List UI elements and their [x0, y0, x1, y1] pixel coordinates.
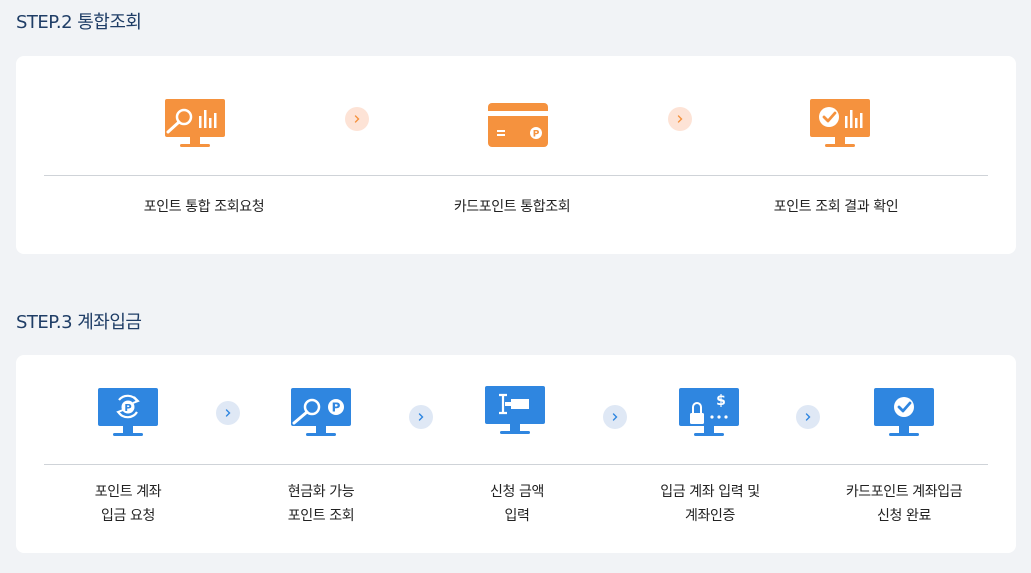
step3-label-1-line2: 입금 요청	[101, 508, 155, 524]
step3-label-5-line1: 카드포인트 계좌입금	[845, 484, 963, 500]
step-arrow-icon	[409, 405, 433, 429]
step-arrow-icon	[796, 405, 820, 429]
step-arrow-icon	[603, 405, 627, 429]
svg-text:P: P	[533, 130, 540, 140]
step3-label-2: 현금화 가능 포인트 조회	[221, 480, 421, 528]
step3-title: STEP.3 계좌입금	[16, 312, 142, 333]
step-arrow-icon	[345, 107, 369, 131]
point-card-icon: P	[487, 102, 549, 152]
monitor-lock-dollar-icon: $	[678, 387, 740, 445]
monitor-check-chart-icon	[809, 98, 871, 156]
step3-label-3: 신청 금액 입력	[417, 480, 617, 528]
step3-label-4-line1: 입금 계좌 입력 및	[660, 484, 760, 500]
step2-title: STEP.2 통합조회	[16, 12, 142, 33]
monitor-search-chart-icon	[164, 98, 226, 156]
svg-text:P: P	[332, 401, 341, 415]
monitor-amount-input-icon	[484, 385, 546, 443]
step3-label-3-line1: 신청 금액	[490, 484, 544, 500]
step3-label-5: 카드포인트 계좌입금 신청 완료	[804, 480, 1004, 528]
step3-label-4: 입금 계좌 입력 및 계좌인증	[610, 480, 810, 528]
step3-label-1-line1: 포인트 계좌	[94, 484, 162, 500]
step3-card: P P $ 포인트 계좌 입금 요청 현금화 가능 포인트 조회 신청 금액 입…	[16, 355, 1016, 553]
divider	[44, 175, 988, 176]
step2-label-1: 포인트 통합 조회요청	[143, 199, 265, 215]
step2-label-3: 포인트 조회 결과 확인	[773, 199, 899, 215]
monitor-check-icon	[873, 387, 935, 445]
step3-label-1: 포인트 계좌 입금 요청	[28, 480, 228, 528]
monitor-point-refresh-icon: P	[97, 387, 159, 445]
svg-text:$: $	[716, 393, 726, 409]
step3-label-3-line2: 입력	[504, 508, 530, 524]
svg-text:P: P	[124, 403, 131, 414]
monitor-point-search-icon: P	[290, 387, 352, 445]
divider	[44, 464, 988, 465]
step3-label-5-line2: 신청 완료	[877, 508, 931, 524]
step3-label-2-line2: 포인트 조회	[287, 508, 355, 524]
step2-card: P 포인트 통합 조회요청 카드포인트 통합조회 포인트 조회 결과 확인	[16, 56, 1016, 254]
step-arrow-icon	[668, 107, 692, 131]
step2-label-2: 카드포인트 통합조회	[453, 199, 571, 215]
step3-label-2-line1: 현금화 가능	[287, 484, 355, 500]
step-arrow-icon	[216, 401, 240, 425]
step3-label-4-line2: 계좌인증	[685, 508, 735, 524]
